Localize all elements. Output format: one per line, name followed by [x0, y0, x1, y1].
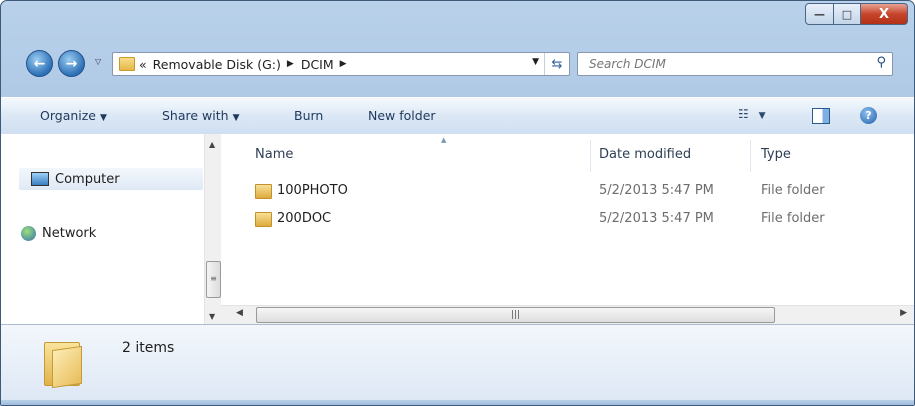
file-type: File folder: [761, 211, 825, 226]
sidebar-item-label: Network: [42, 226, 97, 241]
close-button[interactable]: X: [861, 3, 908, 25]
window-controls: — □ X: [805, 3, 908, 25]
breadcrumb-separator-icon[interactable]: ▶: [340, 59, 347, 69]
network-icon: [21, 226, 36, 241]
command-bar: Organize ▼ Share with ▼ Burn New folder ☷ …: [1, 97, 914, 136]
preview-pane-icon[interactable]: [812, 108, 830, 124]
scroll-thumb[interactable]: ≡: [206, 261, 221, 298]
folder-icon: [44, 338, 82, 389]
details-pane: 2 items: [1, 324, 914, 405]
navigation-bar: ← → ▽ « Removable Disk (G:) ▶ DCIM ▶ ▼ ⇆…: [1, 45, 914, 77]
new-folder-button[interactable]: New folder: [368, 108, 436, 123]
navigation-pane: Computer Network: [1, 134, 219, 324]
scroll-thumb[interactable]: |||: [256, 307, 775, 323]
sidebar-item-computer[interactable]: Computer: [19, 168, 203, 190]
organize-button[interactable]: Organize ▼: [40, 108, 107, 123]
column-header-type[interactable]: Type: [761, 147, 791, 162]
file-type: File folder: [761, 183, 825, 198]
burn-button[interactable]: Burn: [294, 108, 323, 123]
search-icon[interactable]: ⚲: [876, 55, 886, 70]
change-view-button[interactable]: ☷ ▼: [738, 107, 766, 121]
search-box[interactable]: ⚲: [577, 52, 893, 76]
search-input[interactable]: [587, 56, 851, 72]
help-icon[interactable]: ?: [860, 107, 877, 124]
folder-icon: [255, 184, 272, 199]
recent-pages-dropdown-icon[interactable]: ▽: [95, 57, 101, 66]
column-header-date-modified[interactable]: Date modified: [599, 147, 691, 162]
file-date: 5/2/2013 5:47 PM: [599, 183, 714, 198]
share-with-label: Share with: [162, 108, 229, 123]
explorer-window: — □ X ← → ▽ « Removable Disk (G:) ▶ DCIM…: [0, 0, 915, 406]
minimize-button[interactable]: —: [805, 3, 834, 25]
column-header-name[interactable]: Name: [255, 147, 293, 162]
view-options-icon: ☷: [738, 107, 749, 121]
file-row[interactable]: 200DOC 5/2/2013 5:47 PM File folder: [221, 208, 914, 230]
breadcrumb-overflow[interactable]: «: [139, 57, 147, 72]
refresh-icon[interactable]: ⇆: [544, 53, 569, 75]
address-bar[interactable]: « Removable Disk (G:) ▶ DCIM ▶ ▼ ⇆: [112, 52, 570, 76]
item-count: 2 items: [122, 340, 175, 356]
breadcrumb-dcim[interactable]: DCIM: [301, 57, 334, 72]
chevron-down-icon: ▼: [758, 111, 766, 121]
sidebar-item-network[interactable]: Network: [1, 226, 96, 241]
organize-label: Organize: [40, 108, 96, 123]
maximize-button[interactable]: □: [834, 3, 861, 25]
file-date: 5/2/2013 5:47 PM: [599, 211, 714, 226]
title-bar[interactable]: — □ X: [1, 1, 914, 41]
navigation-vertical-scrollbar[interactable]: ▲ ≡ ▼: [204, 134, 222, 324]
scroll-down-icon[interactable]: ▼: [209, 312, 215, 321]
share-with-button[interactable]: Share with ▼: [162, 108, 240, 123]
file-name: 200DOC: [277, 211, 332, 226]
file-name: 100PHOTO: [277, 183, 348, 198]
file-list: ▲ Name Date modified Type 100PHOTO 5/2/2…: [221, 134, 914, 306]
file-list-horizontal-scrollbar[interactable]: ◀ ||| ▶: [221, 305, 914, 324]
address-dropdown-icon[interactable]: ▼: [532, 57, 539, 67]
scroll-up-icon[interactable]: ▲: [209, 140, 215, 149]
chevron-down-icon: ▼: [232, 113, 240, 123]
forward-arrow-icon[interactable]: →: [58, 50, 85, 77]
chevron-down-icon: ▼: [100, 113, 107, 123]
file-row[interactable]: 100PHOTO 5/2/2013 5:47 PM File folder: [221, 180, 914, 202]
window-bottom-border: [1, 400, 914, 405]
sort-ascending-icon: ▲: [441, 136, 447, 144]
sidebar-item-label: Computer: [55, 171, 120, 187]
breadcrumb-removable-disk[interactable]: Removable Disk (G:): [153, 57, 281, 72]
scroll-left-icon[interactable]: ◀: [236, 308, 243, 318]
folder-icon: [255, 212, 272, 227]
column-divider[interactable]: [590, 140, 591, 172]
computer-icon: [31, 172, 49, 186]
column-divider[interactable]: [750, 140, 751, 172]
folder-icon: [119, 57, 135, 71]
breadcrumb-separator-icon[interactable]: ▶: [287, 59, 294, 69]
scroll-right-icon[interactable]: ▶: [900, 308, 907, 318]
back-arrow-icon[interactable]: ←: [26, 50, 53, 77]
